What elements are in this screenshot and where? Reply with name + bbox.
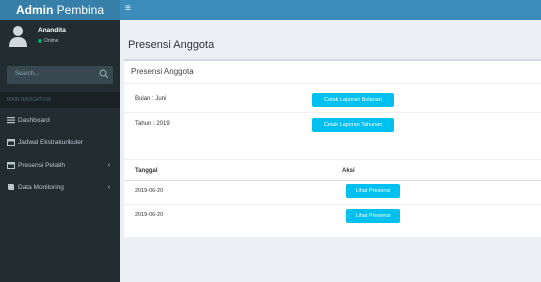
calendar-icon bbox=[7, 139, 15, 146]
logo-bold: Admin bbox=[15, 3, 54, 17]
app-logo[interactable]: Admin Pembina bbox=[0, 0, 120, 20]
page-title: Presensi Anggota bbox=[128, 39, 215, 51]
avatar-icon bbox=[9, 26, 27, 47]
hamburger-menu-icon[interactable]: ≡ bbox=[125, 4, 131, 14]
user-panel: Anandita Online bbox=[0, 20, 120, 56]
cetak-laporan-tahunan-button[interactable]: Cetak Laporan Tahunan bbox=[312, 118, 394, 132]
box-divider bbox=[124, 83, 541, 84]
sidebar-item-label: Jadwal Ekstrakurikuler bbox=[18, 139, 84, 146]
table-cell-tanggal: 2019-06-20 bbox=[135, 188, 164, 194]
search-icon[interactable] bbox=[99, 69, 109, 79]
sidebar-item-data-monitoring[interactable]: Data Monitoring ‹ bbox=[0, 178, 120, 198]
search-input[interactable]: Search... bbox=[7, 66, 113, 84]
logo-rest: Pembina bbox=[53, 3, 105, 17]
table-header-divider bbox=[124, 180, 541, 181]
column-header-tanggal: Tanggal bbox=[135, 168, 158, 174]
list-icon bbox=[7, 117, 15, 124]
sidebar-item-label: Data Monitoring bbox=[18, 184, 64, 191]
user-status-label: Online bbox=[44, 38, 59, 44]
table-top-divider bbox=[124, 159, 541, 160]
sidebar-item-jadwal[interactable]: Jadwal Ekstrakurikuler bbox=[0, 133, 120, 153]
box-title: Presensi Anggota bbox=[131, 67, 194, 76]
chevron-left-icon: ‹ bbox=[107, 162, 110, 169]
sidebar-item-label: Dashboard bbox=[18, 117, 50, 124]
column-header-aksi: Aksi bbox=[342, 168, 355, 174]
chevron-left-icon: ‹ bbox=[107, 184, 110, 191]
book-icon bbox=[8, 184, 14, 190]
presensi-box: Presensi Anggota Bulan : Juni Cetak Lapo… bbox=[124, 59, 541, 237]
table-cell-tanggal: 2019-06-20 bbox=[135, 212, 164, 218]
row-divider bbox=[124, 112, 541, 113]
sidebar: Anandita Online Search... MAIN NAVIGATIO… bbox=[0, 20, 120, 282]
sidebar-item-label: Presensi Pelatih bbox=[18, 162, 65, 169]
lihat-presensi-button[interactable]: Lihat Presensi bbox=[346, 209, 400, 223]
tahun-label: Tahun : 2019 bbox=[135, 121, 170, 127]
search-placeholder: Search... bbox=[15, 71, 40, 77]
user-status: Online bbox=[38, 38, 58, 44]
user-name: Anandita bbox=[38, 27, 66, 34]
nav-header: MAIN NAVIGATION bbox=[0, 92, 120, 108]
calendar-icon bbox=[7, 162, 15, 169]
sidebar-item-presensi-pelatih[interactable]: Presensi Pelatih ‹ bbox=[0, 156, 120, 176]
cetak-laporan-bulanan-button[interactable]: Cetak Laporan Bulanan bbox=[312, 93, 394, 107]
row-divider bbox=[124, 204, 541, 205]
bulan-label: Bulan : Juni bbox=[135, 96, 167, 102]
top-navbar: ≡ bbox=[120, 0, 541, 20]
online-dot-icon bbox=[38, 38, 42, 43]
sidebar-item-dashboard[interactable]: Dashboard bbox=[0, 111, 120, 131]
lihat-presensi-button[interactable]: Lihat Presensi bbox=[346, 184, 400, 198]
